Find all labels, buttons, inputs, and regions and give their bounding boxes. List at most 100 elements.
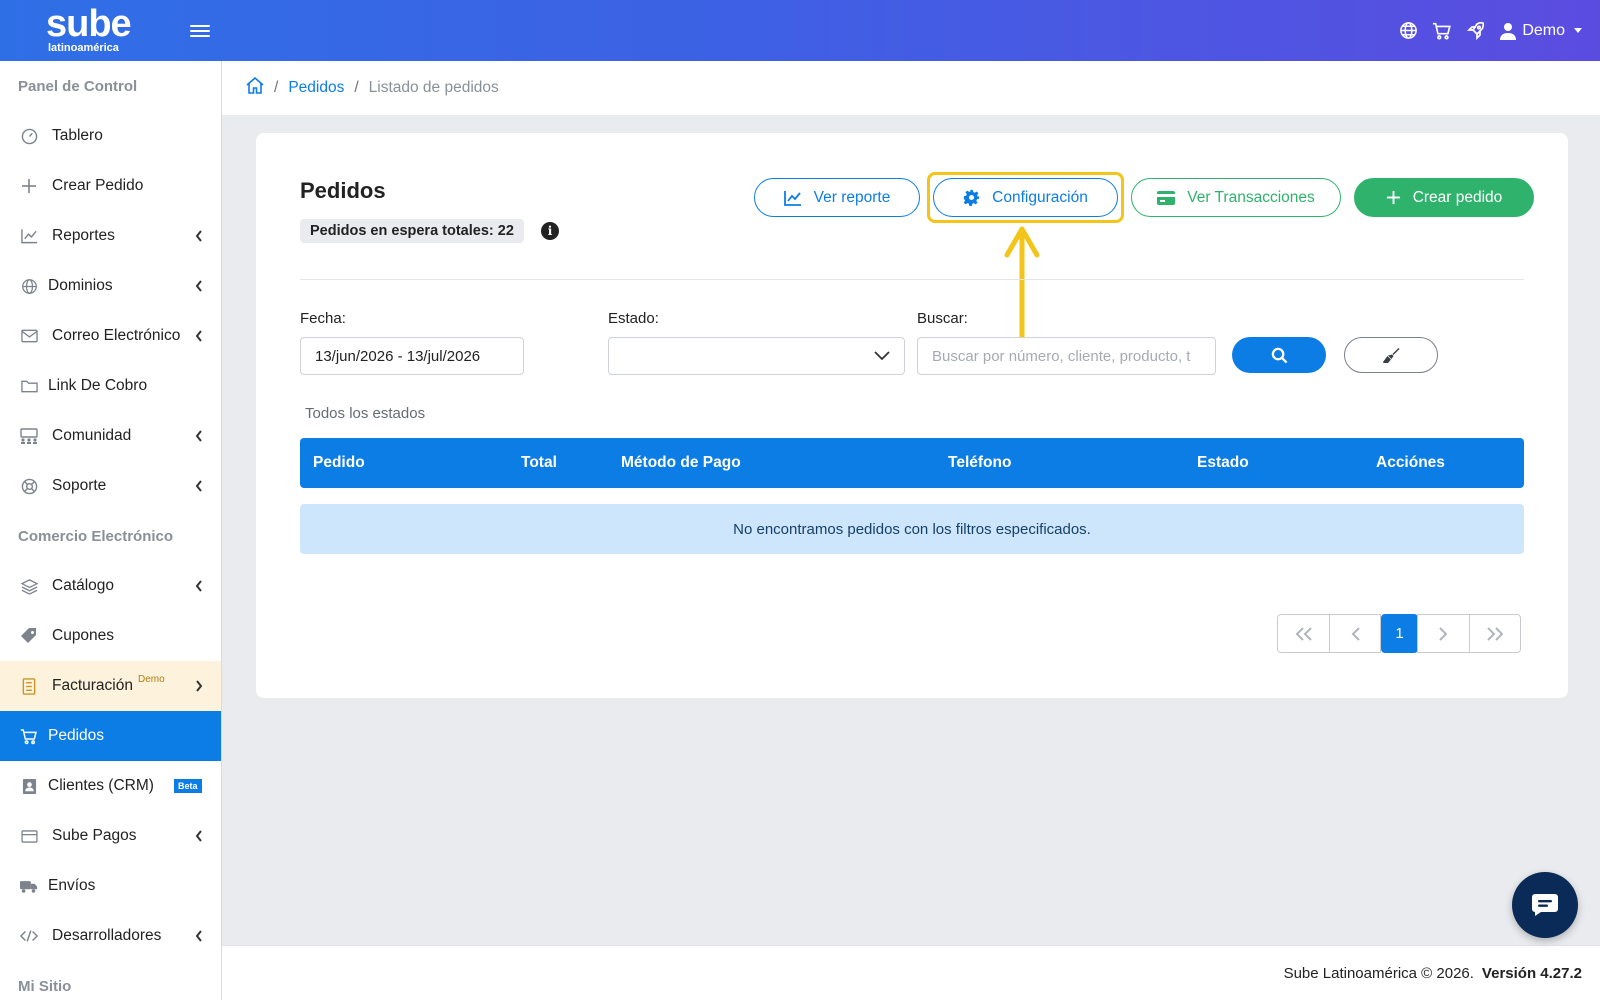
truck-icon	[20, 877, 38, 895]
rocket-icon[interactable]	[1466, 21, 1486, 41]
view-transactions-button[interactable]: Ver Transacciones	[1131, 178, 1341, 217]
column-header-metodo-pago[interactable]: Método de Pago	[621, 454, 741, 472]
home-icon[interactable]	[246, 76, 264, 99]
sidebar-item-label: Tablero	[52, 127, 103, 144]
search-input[interactable]: Buscar por número, cliente, producto, t	[917, 337, 1216, 375]
sidebar-item-dominios[interactable]: Dominios	[0, 261, 221, 311]
chevron-left-icon	[195, 329, 203, 347]
sidebar-item-envios[interactable]: Envíos	[0, 861, 221, 911]
chevron-left-icon	[195, 929, 203, 947]
sidebar-item-label: Clientes (CRM)	[48, 777, 154, 794]
sidebar-item-pedidos[interactable]: Pedidos	[0, 711, 221, 761]
layers-icon	[20, 577, 38, 595]
sidebar-section-commerce: Comercio Electrónico	[18, 527, 174, 545]
cart-icon[interactable]	[1432, 21, 1452, 41]
footer: Sube Latinoamérica © 2026. Versión 4.27.…	[222, 945, 1600, 1000]
footer-copyright: Sube Latinoamérica © 2026.	[1283, 964, 1474, 982]
status-select[interactable]	[608, 337, 905, 375]
divider	[300, 279, 1524, 280]
sidebar-item-correo[interactable]: Correo Electrónico	[0, 311, 221, 361]
user-name: Demo	[1522, 21, 1565, 39]
sidebar-section-site: Mi Sitio	[18, 977, 72, 995]
brand-logo[interactable]: sube latinoamérica	[46, 3, 136, 56]
sidebar-item-label: Dominios	[48, 277, 113, 294]
menu-toggle-icon[interactable]	[190, 22, 210, 40]
sidebar-item-label: Desarrolladores	[52, 927, 162, 944]
prev-page-button[interactable]	[1329, 614, 1381, 653]
caret-down-icon	[1574, 28, 1582, 33]
column-header-pedido[interactable]: Pedido	[313, 454, 365, 472]
sidebar-item-catalogo[interactable]: Catálogo	[0, 561, 221, 611]
chevron-right-icon	[195, 679, 203, 697]
broom-icon	[1383, 348, 1400, 363]
create-order-button[interactable]: Crear pedido	[1354, 178, 1534, 217]
view-report-label: Ver reporte	[813, 188, 891, 206]
sidebar-item-link-de-cobro[interactable]: Link De Cobro	[0, 361, 221, 411]
invoice-icon	[20, 677, 38, 695]
sidebar-item-label: Cupones	[52, 627, 115, 644]
sidebar-item-facturacion[interactable]: Facturación Demo	[0, 661, 221, 711]
search-button[interactable]	[1232, 337, 1326, 373]
chevron-left-icon	[195, 429, 203, 447]
code-icon	[20, 927, 38, 945]
page-title: Pedidos	[300, 178, 386, 203]
chevron-left-icon	[195, 829, 203, 847]
empty-results-alert: No encontramos pedidos con los filtros e…	[300, 504, 1524, 554]
column-header-estado[interactable]: Estado	[1197, 454, 1249, 472]
sidebar-item-label: Pedidos	[48, 727, 105, 744]
column-header-total[interactable]: Total	[521, 454, 557, 472]
user-menu[interactable]: Demo	[1500, 22, 1582, 40]
sidebar-item-label: Link De Cobro	[48, 377, 148, 394]
pending-orders-badge: Pedidos en espera totales: 22	[300, 219, 524, 243]
sidebar-item-label: Soporte	[52, 477, 107, 494]
orders-card: Pedidos Pedidos en espera totales: 22 i …	[256, 133, 1568, 698]
user-icon	[1500, 22, 1517, 40]
sidebar-item-reportes[interactable]: Reportes	[0, 211, 221, 261]
sidebar-item-crear-pedido[interactable]: Crear Pedido	[0, 161, 221, 211]
first-page-button[interactable]	[1277, 614, 1330, 653]
status-filter-label: Estado:	[608, 310, 659, 327]
sidebar-item-label: Catálogo	[52, 577, 115, 594]
next-page-button[interactable]	[1417, 614, 1470, 653]
cart-icon	[20, 727, 38, 745]
clear-filters-button[interactable]	[1344, 337, 1438, 373]
info-icon[interactable]: i	[541, 222, 559, 240]
create-order-label: Crear pedido	[1412, 188, 1503, 206]
date-range-input[interactable]: 13/jun/2026 - 13/jul/2026	[300, 337, 524, 375]
table-header: Pedido Total Método de Pago Teléfono Est…	[300, 438, 1524, 488]
all-states-label: Todos los estados	[305, 405, 426, 422]
sidebar-item-label: Envíos	[48, 877, 96, 894]
sidebar-item-tablero[interactable]: Tablero	[0, 111, 221, 161]
sidebar-item-label: Facturación	[52, 677, 133, 694]
line-chart-icon	[20, 227, 38, 245]
chat-widget-button[interactable]	[1512, 872, 1578, 938]
sidebar-item-clientes[interactable]: Clientes (CRM) Beta	[0, 761, 221, 811]
column-header-telefono[interactable]: Teléfono	[948, 454, 1011, 472]
sidebar-item-soporte[interactable]: Soporte	[0, 461, 221, 511]
tag-icon	[20, 627, 38, 645]
sidebar-item-comunidad[interactable]: Comunidad	[0, 411, 221, 461]
sidebar-item-label: Comunidad	[52, 427, 132, 444]
chevron-left-icon	[195, 579, 203, 597]
last-page-button[interactable]	[1469, 614, 1521, 653]
chevron-left-icon	[1351, 626, 1360, 641]
sidebar-item-label: Sube Pagos	[52, 827, 137, 844]
sidebar-item-cupones[interactable]: Cupones	[0, 611, 221, 661]
breadcrumb-link-pedidos[interactable]: Pedidos	[288, 79, 344, 97]
dashboard-icon	[20, 127, 38, 145]
breadcrumb-separator: /	[354, 79, 359, 96]
sidebar-item-label: Crear Pedido	[52, 177, 144, 194]
line-chart-icon	[783, 190, 801, 206]
top-navbar: sube latinoamérica Demo	[0, 0, 1600, 61]
sidebar-item-sube-pagos[interactable]: Sube Pagos	[0, 811, 221, 861]
sidebar: Panel de Control Tablero Crear Pedido Re…	[0, 61, 222, 1000]
globe-icon	[20, 277, 38, 295]
page-number-button[interactable]: 1	[1381, 614, 1418, 653]
globe-icon[interactable]	[1398, 21, 1418, 41]
logo-subtitle: latinoamérica	[48, 42, 119, 54]
sidebar-item-desarrolladores[interactable]: Desarrolladores	[0, 911, 221, 961]
breadcrumb: / Pedidos / Listado de pedidos	[222, 61, 1600, 115]
chat-icon	[1532, 894, 1558, 916]
view-report-button[interactable]: Ver reporte	[754, 178, 920, 217]
double-chevron-right-icon	[1487, 626, 1504, 641]
